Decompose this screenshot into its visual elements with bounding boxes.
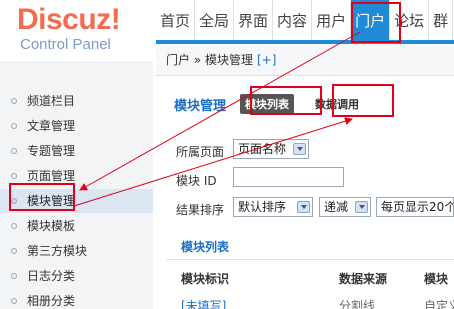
module-id-input[interactable] xyxy=(233,167,344,187)
sidebar-item-blog-categories[interactable]: 日志分类 xyxy=(0,264,153,288)
sort-select-value: 默认排序 xyxy=(238,200,287,214)
sidebar-item-articles[interactable]: 文章管理 xyxy=(0,114,153,138)
annotation-box-data-call xyxy=(332,84,394,117)
top-nav: 首页 全局 界面 内容 用户 门户 论坛 群 xyxy=(156,0,454,40)
tab-group[interactable]: 群 xyxy=(429,0,454,40)
sidebar-item-label: 第三方模块 xyxy=(27,244,88,258)
table-header: 模块标识 数据来源 模块 xyxy=(166,267,454,289)
sidebar-item-label: 日志分类 xyxy=(27,269,76,283)
tab-users[interactable]: 用户 xyxy=(312,0,352,40)
add-shortcut-link[interactable]: [+] xyxy=(257,53,276,67)
column-header: 模块标识 xyxy=(181,272,230,286)
order-select-value: 递减 xyxy=(324,200,349,214)
annotation-box-portal xyxy=(351,2,401,43)
sidebar-item-third-party-modules[interactable]: 第三方模块 xyxy=(0,239,153,263)
annotation-box-module-manage xyxy=(9,183,75,211)
table-cell[interactable]: [未填写] xyxy=(181,297,226,309)
sidebar-item-label: 页面管理 xyxy=(27,169,76,183)
sidebar-item-topics[interactable]: 专题管理 xyxy=(0,139,153,163)
logo-subtitle: Control Panel xyxy=(20,36,111,53)
page-select[interactable]: 页面名称 xyxy=(233,139,309,159)
sidebar-item-module-templates[interactable]: 模块模板 xyxy=(0,214,153,238)
bullet-icon xyxy=(11,123,17,129)
sort-label: 结果排序 xyxy=(176,203,225,217)
module-id-label: 模块 ID xyxy=(176,174,217,188)
order-select[interactable]: 递减 xyxy=(319,197,371,217)
sidebar-item-album-categories[interactable]: 相册分类 xyxy=(0,289,153,309)
bullet-icon xyxy=(11,248,17,254)
bullet-icon xyxy=(11,173,17,179)
logo-brand: Discuz! xyxy=(17,3,121,36)
chevron-down-icon xyxy=(293,143,306,155)
sidebar-item-label: 模块模板 xyxy=(27,219,76,233)
sidebar-item-label: 相册分类 xyxy=(27,294,76,308)
sidebar-item-label: 文章管理 xyxy=(27,119,76,133)
module-list-title: 模块列表 xyxy=(166,232,454,260)
bullet-icon xyxy=(11,148,17,154)
breadcrumb-text: 门户 » 模块管理 xyxy=(166,53,253,67)
table-cell: 分割线 xyxy=(339,299,376,309)
breadcrumb: 门户 » 模块管理 [+] xyxy=(156,44,454,76)
logo[interactable]: Discuz! Control Panel xyxy=(17,3,121,53)
tab-home[interactable]: 首页 xyxy=(156,0,196,40)
bullet-icon xyxy=(11,273,17,279)
chevron-down-icon xyxy=(297,201,310,213)
bullet-icon xyxy=(11,298,17,304)
page-select-value: 页面名称 xyxy=(238,142,287,156)
bullet-icon xyxy=(11,223,17,229)
sort-select[interactable]: 默认排序 xyxy=(233,197,313,217)
tab-global[interactable]: 全局 xyxy=(195,0,235,40)
column-header: 数据来源 xyxy=(339,272,388,286)
tab-content[interactable]: 内容 xyxy=(273,0,313,40)
table-row: [未填写] 分割线 自定义 xyxy=(166,295,454,309)
table-cell: 自定义 xyxy=(424,299,454,309)
per-page-select[interactable]: 每页显示20个 xyxy=(376,197,454,217)
per-page-select-value: 每页显示20个 xyxy=(381,200,454,214)
annotation-box-module-list xyxy=(250,86,322,115)
page-filter-label: 所属页面 xyxy=(176,145,225,159)
sidebar-item-channels[interactable]: 频道栏目 xyxy=(0,89,153,113)
chevron-down-icon xyxy=(355,201,368,213)
sidebar-item-label: 专题管理 xyxy=(27,144,76,158)
page-title: 模块管理 xyxy=(174,98,227,114)
bullet-icon xyxy=(11,98,17,104)
sidebar-item-label: 频道栏目 xyxy=(27,94,76,108)
tab-interface[interactable]: 界面 xyxy=(234,0,274,40)
column-header: 模块 xyxy=(424,272,449,286)
